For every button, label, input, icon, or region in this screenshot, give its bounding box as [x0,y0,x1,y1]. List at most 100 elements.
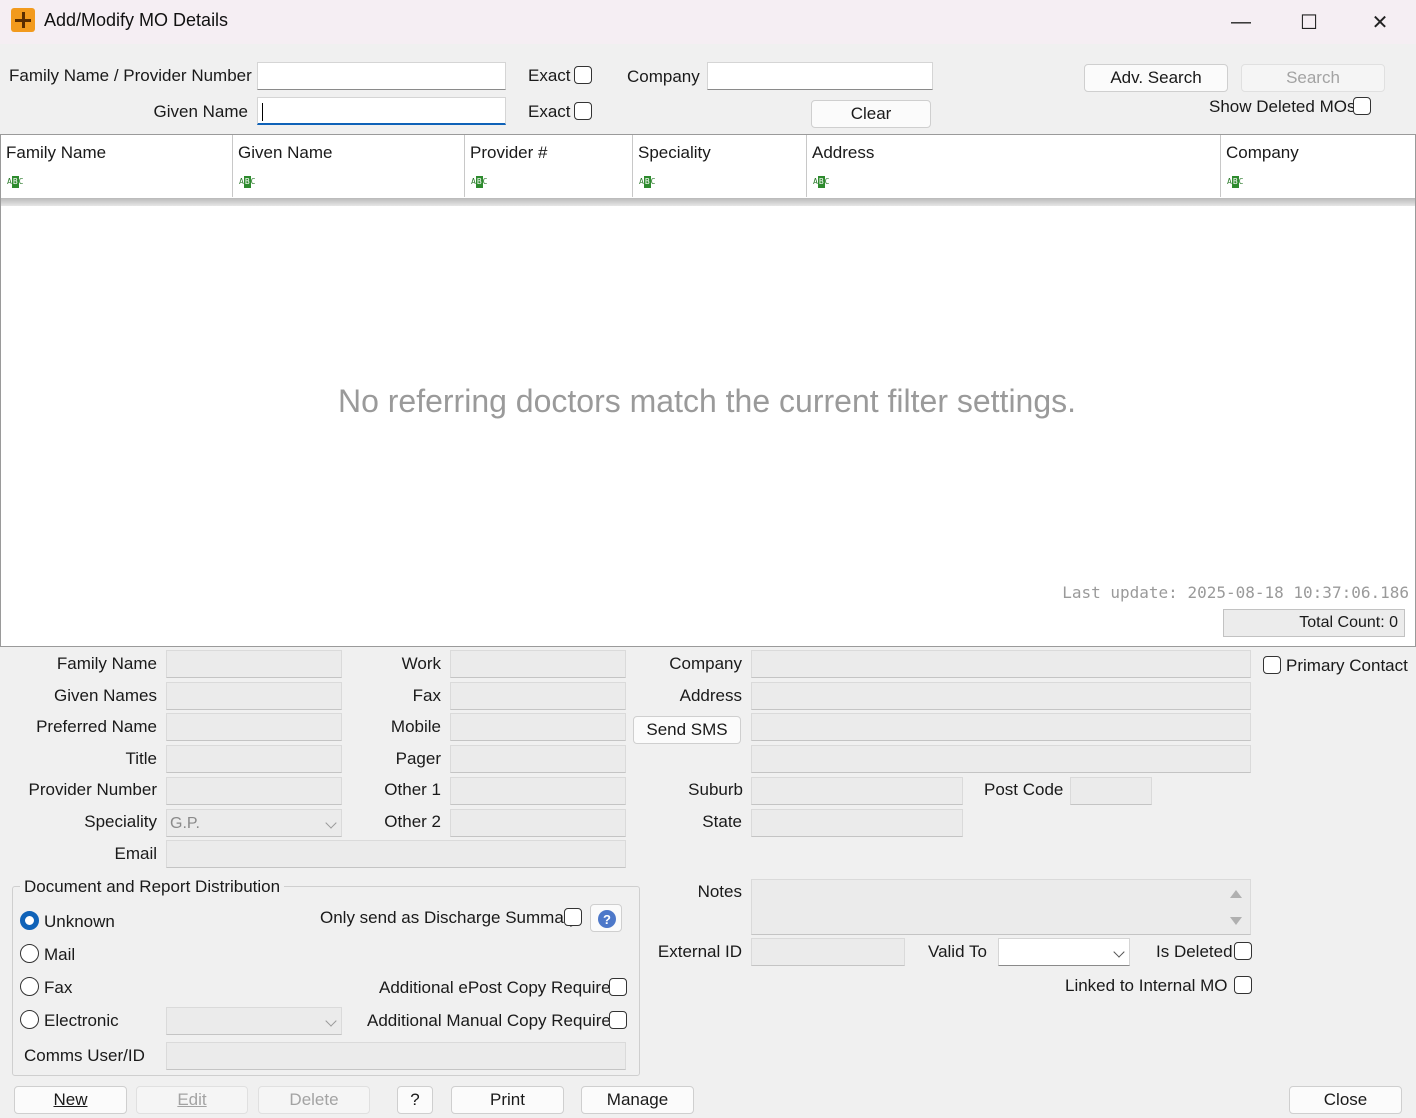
mobile-field[interactable] [450,713,626,741]
epost-copy-checkbox[interactable] [609,978,627,996]
radio-fax[interactable] [20,977,39,996]
speciality-label: Speciality [84,812,157,831]
column-title: Family Name [6,143,107,162]
column-header-given-name[interactable]: Given Name ABC [233,135,465,197]
search-button[interactable]: Search [1241,64,1385,92]
column-header-provider-number[interactable]: Provider # ABC [465,135,633,197]
company-search-input[interactable] [707,62,933,90]
scroll-down-icon[interactable] [1230,917,1242,925]
suburb-field[interactable] [751,777,963,805]
send-sms-button[interactable]: Send SMS [633,716,741,744]
abc-filter-icon[interactable]: ABC [813,176,839,188]
provider-number-field[interactable] [166,777,342,805]
address-line1-field[interactable] [751,682,1251,710]
notes-field[interactable] [751,879,1251,935]
new-button[interactable]: New [14,1086,127,1114]
radio-unknown[interactable] [20,911,39,930]
delete-button[interactable]: Delete [258,1086,370,1114]
radio-electronic-label: Electronic [44,1011,119,1030]
radio-mail[interactable] [20,944,39,963]
close-button[interactable]: Close [1289,1086,1402,1114]
email-field[interactable] [166,840,626,868]
given-name-search-label: Given Name [153,102,248,121]
radio-electronic[interactable] [20,1010,39,1029]
is-deleted-label: Is Deleted [1156,942,1233,961]
show-deleted-checkbox[interactable] [1353,97,1371,115]
pager-field[interactable] [450,745,626,773]
scroll-up-icon[interactable] [1230,890,1242,898]
column-header-address[interactable]: Address ABC [807,135,1221,197]
fax-field[interactable] [450,682,626,710]
speciality-select[interactable]: G.P. [166,809,342,837]
family-name-field[interactable] [166,650,342,678]
edit-button-label: Edit [177,1090,207,1109]
post-code-field[interactable] [1070,777,1152,805]
work-phone-field[interactable] [450,650,626,678]
print-button[interactable]: Print [451,1086,564,1114]
other2-label: Other 2 [384,812,441,831]
minimize-button[interactable]: — [1206,0,1276,44]
epost-copy-label: Additional ePost Copy Required [379,978,620,997]
external-id-label: External ID [657,942,742,961]
abc-filter-icon[interactable]: ABC [1227,176,1253,188]
external-id-field[interactable] [751,938,905,966]
comms-user-label: Comms User/ID [24,1046,145,1065]
manage-button[interactable]: Manage [581,1086,694,1114]
discharge-help-button[interactable]: ? [590,904,622,932]
last-update-text: Last update: 2025-08-18 10:37:06.186 [1062,583,1409,602]
electronic-select[interactable] [166,1007,342,1035]
other2-field[interactable] [450,809,626,837]
other1-label: Other 1 [384,780,441,799]
is-deleted-checkbox[interactable] [1234,942,1252,960]
results-grid[interactable]: Family Name ABC Given Name ABC Provider … [0,134,1416,647]
company-field[interactable] [751,650,1251,678]
maximize-icon: ☐ [1300,11,1318,34]
linked-internal-mo-label: Linked to Internal MO [1065,976,1228,995]
only-discharge-label: Only send as Discharge Summary [320,908,578,927]
other1-field[interactable] [450,777,626,805]
new-button-label: New [53,1090,88,1109]
adv-search-button[interactable]: Adv. Search [1084,64,1228,92]
given-names-label: Given Names [54,686,157,705]
column-header-speciality[interactable]: Speciality ABC [633,135,807,197]
title-field[interactable] [166,745,342,773]
column-title: Company [1226,143,1299,162]
address-line3-field[interactable] [751,745,1251,773]
family-name-search-input[interactable] [257,62,506,90]
exact-given-label: Exact [528,102,571,121]
only-discharge-checkbox[interactable] [564,908,582,926]
exact-family-checkbox[interactable] [574,66,592,84]
abc-filter-icon[interactable]: ABC [239,176,265,188]
preferred-name-field[interactable] [166,713,342,741]
manual-copy-checkbox[interactable] [609,1011,627,1029]
given-names-field[interactable] [166,682,342,710]
abc-filter-icon[interactable]: ABC [7,176,33,188]
comms-user-field[interactable] [166,1042,626,1070]
distribution-title: Document and Report Distribution [20,877,285,897]
address-line2-field[interactable] [751,713,1251,741]
column-header-company[interactable]: Company ABC [1221,135,1415,197]
fax-label: Fax [412,686,441,705]
abc-filter-icon[interactable]: ABC [639,176,665,188]
company-label: Company [669,654,742,673]
close-window-button[interactable]: ✕ [1345,0,1415,44]
abc-filter-icon[interactable]: ABC [471,176,497,188]
state-field[interactable] [751,809,963,837]
exact-given-checkbox[interactable] [574,102,592,120]
given-name-search-input[interactable] [257,97,506,125]
minimize-icon: — [1231,10,1251,33]
radio-fax-label: Fax [44,978,73,997]
suburb-label: Suburb [688,780,743,799]
valid-to-label: Valid To [928,942,987,961]
valid-to-date-picker[interactable] [998,938,1130,966]
primary-contact-checkbox[interactable] [1263,656,1281,674]
linked-internal-mo-checkbox[interactable] [1234,976,1252,994]
clear-button[interactable]: Clear [811,100,931,128]
help-button[interactable]: ? [397,1086,433,1114]
total-count: Total Count: 0 [1223,609,1405,637]
edit-button[interactable]: Edit [136,1086,248,1114]
close-icon: ✕ [1371,11,1389,34]
maximize-button[interactable]: ☐ [1274,0,1344,44]
column-header-family-name[interactable]: Family Name ABC [1,135,233,197]
column-title: Speciality [638,143,711,162]
